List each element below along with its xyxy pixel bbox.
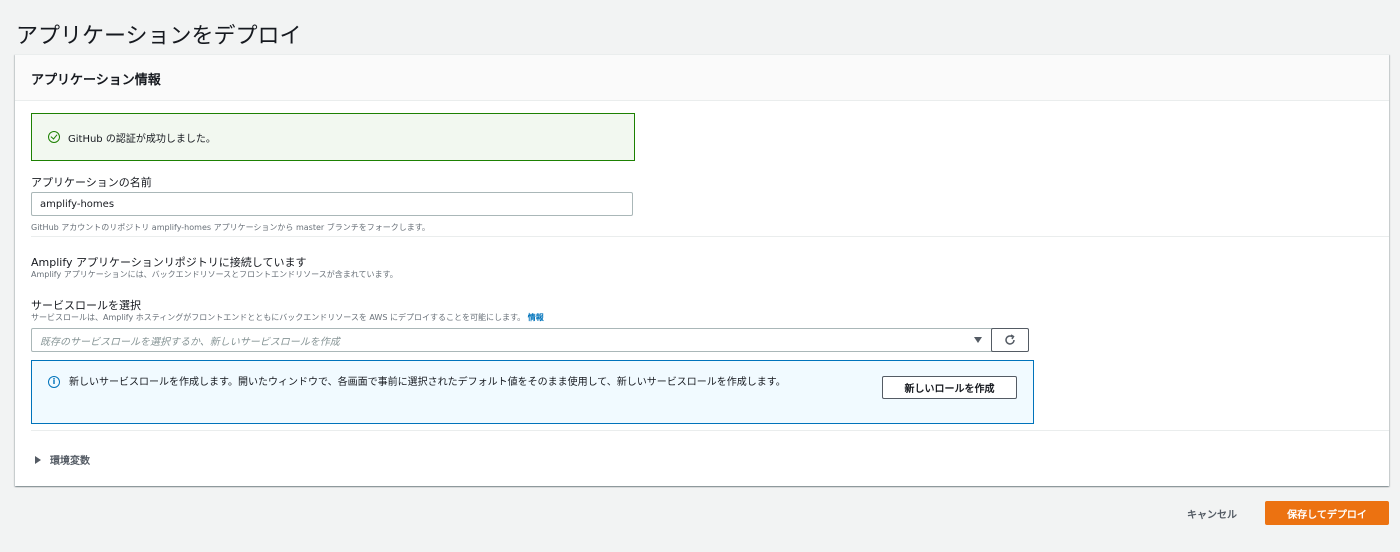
repo-description: Amplify アプリケーションには、バックエンドリソースとフロントエンドリソー… xyxy=(31,270,398,279)
create-role-button[interactable]: 新しいロールを作成 xyxy=(882,376,1017,399)
check-circle-icon xyxy=(48,131,60,143)
cancel-button[interactable]: キャンセル xyxy=(1172,501,1252,525)
service-role-description: サービスロールは、Amplify ホスティングがフロントエンドとともにバックエン… xyxy=(31,313,526,322)
service-role-label: サービスロールを選択 xyxy=(31,299,141,312)
card-header: アプリケーション情報 xyxy=(15,55,1389,101)
divider xyxy=(31,430,1389,431)
page-title: アプリケーションをデプロイ xyxy=(16,24,302,49)
divider xyxy=(31,236,1389,237)
app-name-input[interactable] xyxy=(31,192,633,216)
success-message: GitHub の認証が成功しました。 xyxy=(68,133,216,145)
app-info-card: アプリケーション情報 GitHub の認証が成功しました。 アプリケーションの名… xyxy=(15,54,1389,486)
env-vars-toggle[interactable]: 環境変数 xyxy=(35,452,90,467)
refresh-button[interactable] xyxy=(991,328,1029,352)
app-name-description: GitHub アカウントのリポジトリ amplify-homes アプリケーショ… xyxy=(31,223,430,232)
info-alert: i 新しいサービスロールを作成します。開いたウィンドウで、各画面で事前に選択され… xyxy=(31,360,1034,424)
expand-triangle-icon xyxy=(35,455,41,464)
env-vars-label: 環境変数 xyxy=(50,456,90,467)
success-alert: GitHub の認証が成功しました。 xyxy=(31,113,635,161)
service-role-description-row: サービスロールは、Amplify ホスティングがフロントエンドとともにバックエン… xyxy=(31,312,544,323)
info-text: 新しいサービスロールを作成します。開いたウィンドウで、各画面で事前に選択されたデ… xyxy=(69,377,786,388)
service-role-placeholder: 既存のサービスロールを選択するか、新しいサービスロールを作成 xyxy=(40,336,340,348)
info-icon: i xyxy=(48,376,60,388)
info-link[interactable]: 情報 xyxy=(528,313,544,322)
app-name-label: アプリケーションの名前 xyxy=(31,176,152,189)
save-and-deploy-button[interactable]: 保存してデプロイ xyxy=(1265,501,1389,525)
repo-title: Amplify アプリケーションリポジトリに接続しています xyxy=(31,256,307,269)
refresh-icon xyxy=(1005,334,1015,345)
caret-down-icon xyxy=(974,337,982,343)
service-role-select[interactable]: 既存のサービスロールを選択するか、新しいサービスロールを作成 xyxy=(31,328,995,352)
card-title: アプリケーション情報 xyxy=(31,73,161,88)
